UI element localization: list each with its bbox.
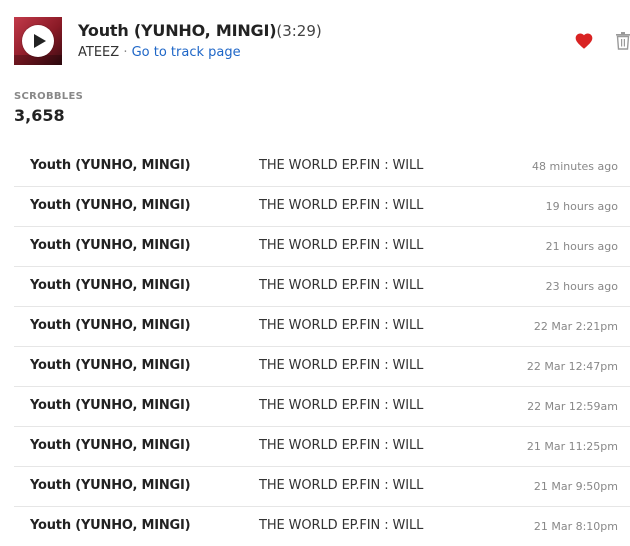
scrobble-row[interactable]: Youth (YUNHO, MINGI) THE WORLD EP.FIN : … [14, 387, 630, 427]
play-button[interactable] [22, 25, 54, 57]
trash-icon [616, 32, 630, 50]
scrobble-list: Youth (YUNHO, MINGI) THE WORLD EP.FIN : … [14, 147, 630, 546]
album-cover[interactable] [14, 17, 62, 65]
row-track-name[interactable]: Youth (YUNHO, MINGI) [30, 238, 191, 253]
row-timestamp: 21 hours ago [545, 240, 618, 253]
scrobble-row[interactable]: Youth (YUNHO, MINGI) THE WORLD EP.FIN : … [14, 147, 630, 187]
row-timestamp: 48 minutes ago [532, 160, 618, 173]
track-title-line: Youth (YUNHO, MINGI)(3:29) [78, 20, 322, 42]
scrobbles-count: 3,658 [14, 106, 65, 125]
row-track-name[interactable]: Youth (YUNHO, MINGI) [30, 518, 191, 533]
row-album-name[interactable]: THE WORLD EP.FIN : WILL [259, 198, 423, 213]
row-track-name[interactable]: Youth (YUNHO, MINGI) [30, 158, 191, 173]
row-track-name[interactable]: Youth (YUNHO, MINGI) [30, 438, 191, 453]
scrobble-row[interactable]: Youth (YUNHO, MINGI) THE WORLD EP.FIN : … [14, 427, 630, 467]
scrobble-row[interactable]: Youth (YUNHO, MINGI) THE WORLD EP.FIN : … [14, 347, 630, 387]
row-album-name[interactable]: THE WORLD EP.FIN : WILL [259, 358, 423, 373]
row-timestamp: 22 Mar 12:47pm [526, 360, 618, 373]
row-timestamp: 22 Mar 12:59am [527, 400, 618, 413]
track-header: Youth (YUNHO, MINGI)(3:29) ATEEZ · Go to… [14, 17, 630, 69]
row-album-name[interactable]: THE WORLD EP.FIN : WILL [259, 398, 423, 413]
row-album-name[interactable]: THE WORLD EP.FIN : WILL [259, 438, 423, 453]
row-timestamp: 19 hours ago [545, 200, 618, 213]
go-to-track-page-link[interactable]: Go to track page [132, 45, 241, 60]
heart-icon [575, 33, 593, 49]
love-button[interactable] [574, 31, 594, 51]
artist-name: ATEEZ [78, 45, 120, 60]
track-duration: (3:29) [276, 22, 322, 40]
row-album-name[interactable]: THE WORLD EP.FIN : WILL [259, 158, 423, 173]
row-track-name[interactable]: Youth (YUNHO, MINGI) [30, 318, 191, 333]
row-timestamp: 22 Mar 2:21pm [533, 320, 618, 333]
row-timestamp: 21 Mar 11:25pm [526, 440, 618, 453]
row-timestamp: 23 hours ago [545, 280, 618, 293]
scrobble-row[interactable]: Youth (YUNHO, MINGI) THE WORLD EP.FIN : … [14, 307, 630, 347]
track-title: Youth (YUNHO, MINGI) [78, 21, 277, 40]
row-timestamp: 21 Mar 9:50pm [533, 480, 618, 493]
row-track-name[interactable]: Youth (YUNHO, MINGI) [30, 198, 191, 213]
row-album-name[interactable]: THE WORLD EP.FIN : WILL [259, 518, 423, 533]
track-subtitle: ATEEZ · Go to track page [78, 44, 241, 62]
row-track-name[interactable]: Youth (YUNHO, MINGI) [30, 398, 191, 413]
scrobble-row[interactable]: Youth (YUNHO, MINGI) THE WORLD EP.FIN : … [14, 227, 630, 267]
play-icon [34, 34, 46, 48]
row-album-name[interactable]: THE WORLD EP.FIN : WILL [259, 318, 423, 333]
row-track-name[interactable]: Youth (YUNHO, MINGI) [30, 478, 191, 493]
row-album-name[interactable]: THE WORLD EP.FIN : WILL [259, 278, 423, 293]
row-album-name[interactable]: THE WORLD EP.FIN : WILL [259, 238, 423, 253]
scrobbles-label: SCROBBLES [14, 91, 84, 102]
delete-button[interactable] [615, 31, 630, 51]
scrobble-row[interactable]: Youth (YUNHO, MINGI) THE WORLD EP.FIN : … [14, 467, 630, 507]
separator-dot: · [123, 45, 128, 60]
row-album-name[interactable]: THE WORLD EP.FIN : WILL [259, 478, 423, 493]
scrobbles-stat: SCROBBLES 3,658 [14, 90, 83, 125]
scrobble-row[interactable]: Youth (YUNHO, MINGI) THE WORLD EP.FIN : … [14, 267, 630, 307]
row-track-name[interactable]: Youth (YUNHO, MINGI) [30, 278, 191, 293]
row-track-name[interactable]: Youth (YUNHO, MINGI) [30, 358, 191, 373]
scrobble-row[interactable]: Youth (YUNHO, MINGI) THE WORLD EP.FIN : … [14, 187, 630, 227]
